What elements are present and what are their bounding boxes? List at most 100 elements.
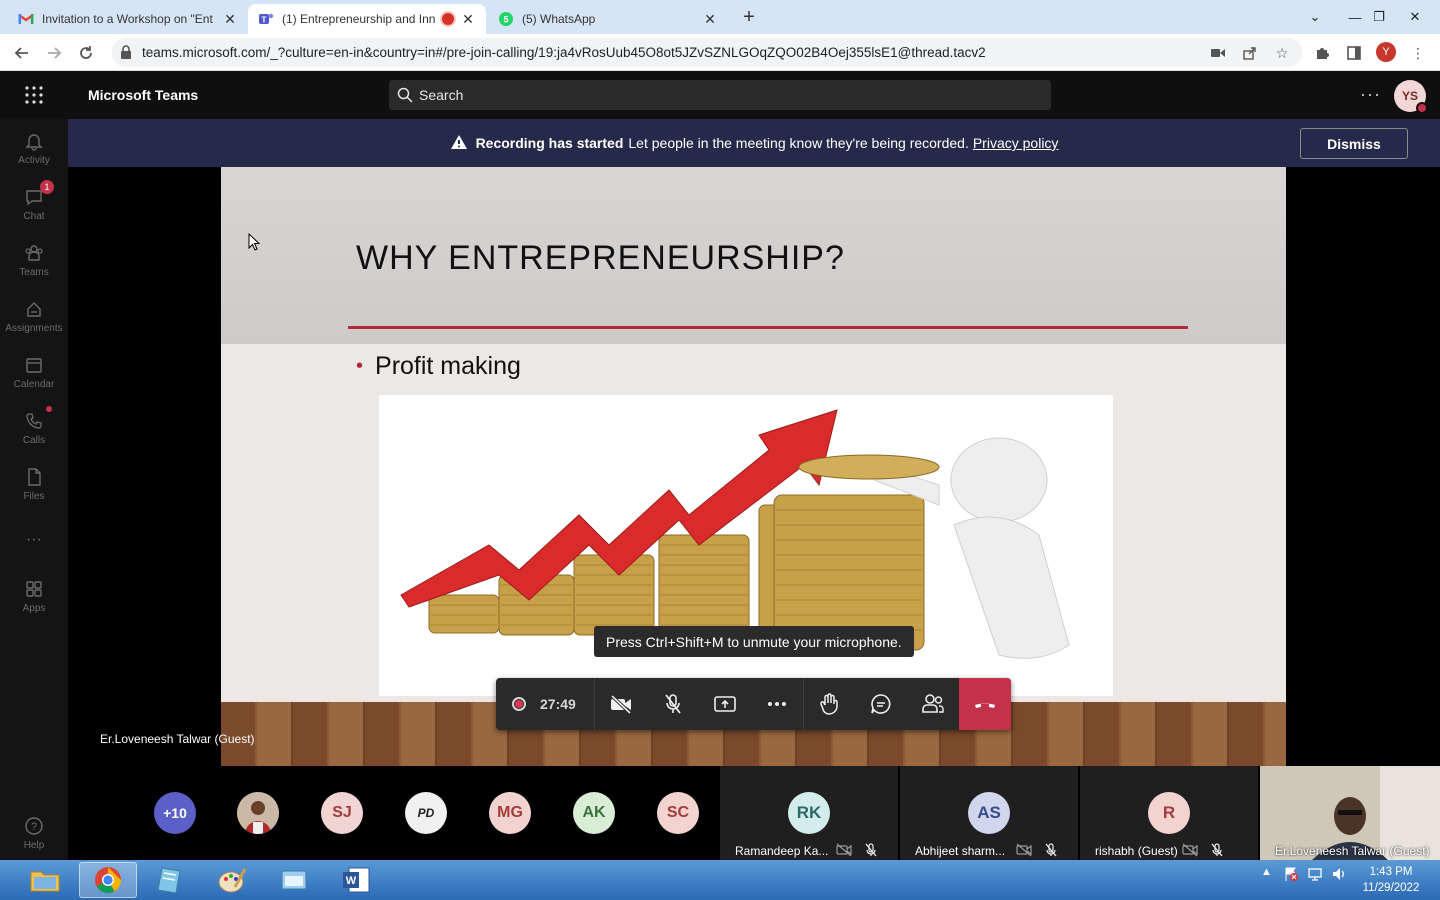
dismiss-button[interactable]: Dismiss	[1300, 128, 1408, 159]
participant-tile[interactable]: AS Abhijeet sharm...	[900, 766, 1078, 860]
rail-label: Files	[23, 490, 45, 502]
call-controls-bar: 27:49	[496, 678, 1011, 730]
network-icon[interactable]	[1307, 866, 1323, 885]
rail-label: Calls	[22, 434, 46, 446]
close-window-button[interactable]: ✕	[1398, 0, 1432, 34]
chat-button[interactable]	[855, 678, 907, 730]
close-icon[interactable]: ✕	[222, 11, 238, 28]
participant-tile[interactable]: R rishabh (Guest)	[1080, 766, 1258, 860]
teams-icon: T	[258, 11, 274, 27]
rail-more-icon[interactable]: ···	[0, 512, 68, 568]
side-panel-icon[interactable]	[1341, 40, 1367, 66]
participant-name: Er.Loveneesh Talwar (Guest)	[1275, 844, 1430, 858]
app-launcher-icon[interactable]	[24, 85, 44, 105]
close-icon[interactable]: ✕	[460, 11, 476, 28]
tab-gmail[interactable]: Invitation to a Workshop on "Ent ✕	[8, 4, 248, 34]
notebook-taskbar-button[interactable]	[141, 862, 199, 898]
presenter-name: Er.Loveneesh Talwar (Guest)	[100, 732, 255, 746]
record-icon	[512, 697, 526, 711]
rail-label: Help	[23, 839, 45, 851]
rail-item-files[interactable]: Files	[0, 456, 68, 512]
participant-video-tile[interactable]: Er.Loveneesh Talwar (Guest)	[1260, 766, 1440, 860]
forward-button[interactable]	[41, 40, 67, 66]
tray-expand-icon[interactable]: ▲	[1261, 866, 1272, 878]
browser-profile-avatar[interactable]: Y	[1376, 42, 1396, 62]
svg-text:W: W	[346, 875, 357, 887]
participant-avatar-mg[interactable]: MG	[489, 792, 531, 834]
mic-off-icon	[1045, 843, 1057, 857]
participant-avatar-ak[interactable]: AK	[573, 792, 615, 834]
participants-button[interactable]	[907, 678, 959, 730]
rail-item-activity[interactable]: Activity	[0, 120, 68, 176]
rail-label: Calendar	[13, 378, 55, 390]
leave-call-button[interactable]	[959, 678, 1011, 730]
star-icon[interactable]: ☆	[1269, 40, 1295, 66]
participant-avatar-photo[interactable]	[237, 792, 279, 834]
participant-avatar-pd[interactable]: PD	[405, 792, 447, 834]
chevron-down-icon[interactable]: ⌄	[1298, 0, 1332, 34]
tab-teams[interactable]: T (1) Entrepreneurship and Inn ✕	[248, 4, 486, 34]
volume-icon[interactable]	[1331, 866, 1347, 885]
camera-toggle-button[interactable]	[595, 678, 647, 730]
participant-tile[interactable]: RK Ramandeep Ka...	[720, 766, 898, 860]
rail-label: Activity	[18, 154, 50, 166]
explorer-taskbar-button[interactable]	[16, 862, 74, 898]
rail-item-teams[interactable]: Teams	[0, 232, 68, 288]
window-taskbar-button[interactable]	[265, 862, 323, 898]
restore-button[interactable]: ❐	[1362, 0, 1396, 34]
browser-menu-icon[interactable]: ⋮	[1405, 40, 1431, 66]
extensions-icon[interactable]	[1309, 40, 1335, 66]
share-icon[interactable]	[1237, 40, 1263, 66]
taskbar-clock[interactable]: 1:43 PM 11/29/2022	[1356, 864, 1426, 896]
hand-icon	[820, 693, 838, 715]
shared-slide: WHY ENTREPRENEURSHIP? • Profit making	[221, 167, 1286, 766]
chrome-taskbar-button[interactable]	[79, 862, 137, 898]
share-screen-button[interactable]	[699, 678, 751, 730]
app-title: Microsoft Teams	[88, 87, 199, 103]
raise-hand-button[interactable]	[803, 678, 855, 730]
mic-toggle-button[interactable]	[647, 678, 699, 730]
more-icon	[768, 702, 786, 706]
rail-item-calls[interactable]: Calls	[0, 400, 68, 456]
rail-item-assignments[interactable]: Assignments	[0, 288, 68, 344]
mic-off-icon	[1211, 843, 1223, 857]
rail-item-help[interactable]: ? Help	[0, 805, 68, 861]
tab-label: (5) WhatsApp	[522, 12, 596, 26]
participant-avatar: RK	[788, 792, 830, 834]
action-center-flag-icon[interactable]	[1283, 866, 1299, 885]
bullet-icon: •	[356, 355, 364, 377]
rail-item-chat[interactable]: Chat 1	[0, 176, 68, 232]
tab-whatsapp[interactable]: 5 (5) WhatsApp ✕	[488, 4, 728, 34]
camera-off-icon	[836, 843, 852, 857]
paint-taskbar-button[interactable]	[203, 862, 261, 898]
tab-label: (1) Entrepreneurship and Inn	[282, 12, 436, 26]
privacy-policy-link[interactable]: Privacy policy	[973, 135, 1059, 151]
rail-label: Chat	[23, 210, 45, 222]
close-icon[interactable]: ✕	[702, 11, 718, 28]
more-participants-button[interactable]: +10	[154, 792, 196, 834]
camera-off-icon	[1182, 843, 1198, 857]
recording-indicator-icon	[442, 13, 454, 25]
back-button[interactable]	[9, 40, 35, 66]
recording-banner: Recording has started Let people in the …	[68, 119, 1440, 167]
rail-item-apps[interactable]: Apps	[0, 568, 68, 624]
url-field[interactable]: teams.microsoft.com/_?culture=en-in&coun…	[112, 38, 1302, 67]
reload-button[interactable]	[73, 40, 99, 66]
start-button[interactable]	[0, 860, 16, 900]
rail-item-calendar[interactable]: Calendar	[0, 344, 68, 400]
search-placeholder: Search	[419, 87, 464, 103]
camera-icon[interactable]	[1205, 40, 1231, 66]
more-actions-button[interactable]	[751, 678, 803, 730]
user-initials: YS	[1401, 89, 1418, 103]
teams-icon	[25, 244, 43, 261]
search-input[interactable]: Search	[389, 80, 1051, 110]
new-tab-button[interactable]: +	[738, 6, 760, 28]
user-avatar[interactable]: YS	[1394, 80, 1428, 114]
gmail-icon	[18, 11, 34, 27]
participant-avatar-sj[interactable]: SJ	[321, 792, 363, 834]
participant-name: rishabh (Guest)	[1095, 844, 1178, 858]
participant-avatar: AS	[968, 792, 1010, 834]
more-options-icon[interactable]: ···	[1360, 84, 1381, 105]
participant-avatar-sc[interactable]: SC	[657, 792, 699, 834]
word-taskbar-button[interactable]: W	[327, 862, 385, 898]
